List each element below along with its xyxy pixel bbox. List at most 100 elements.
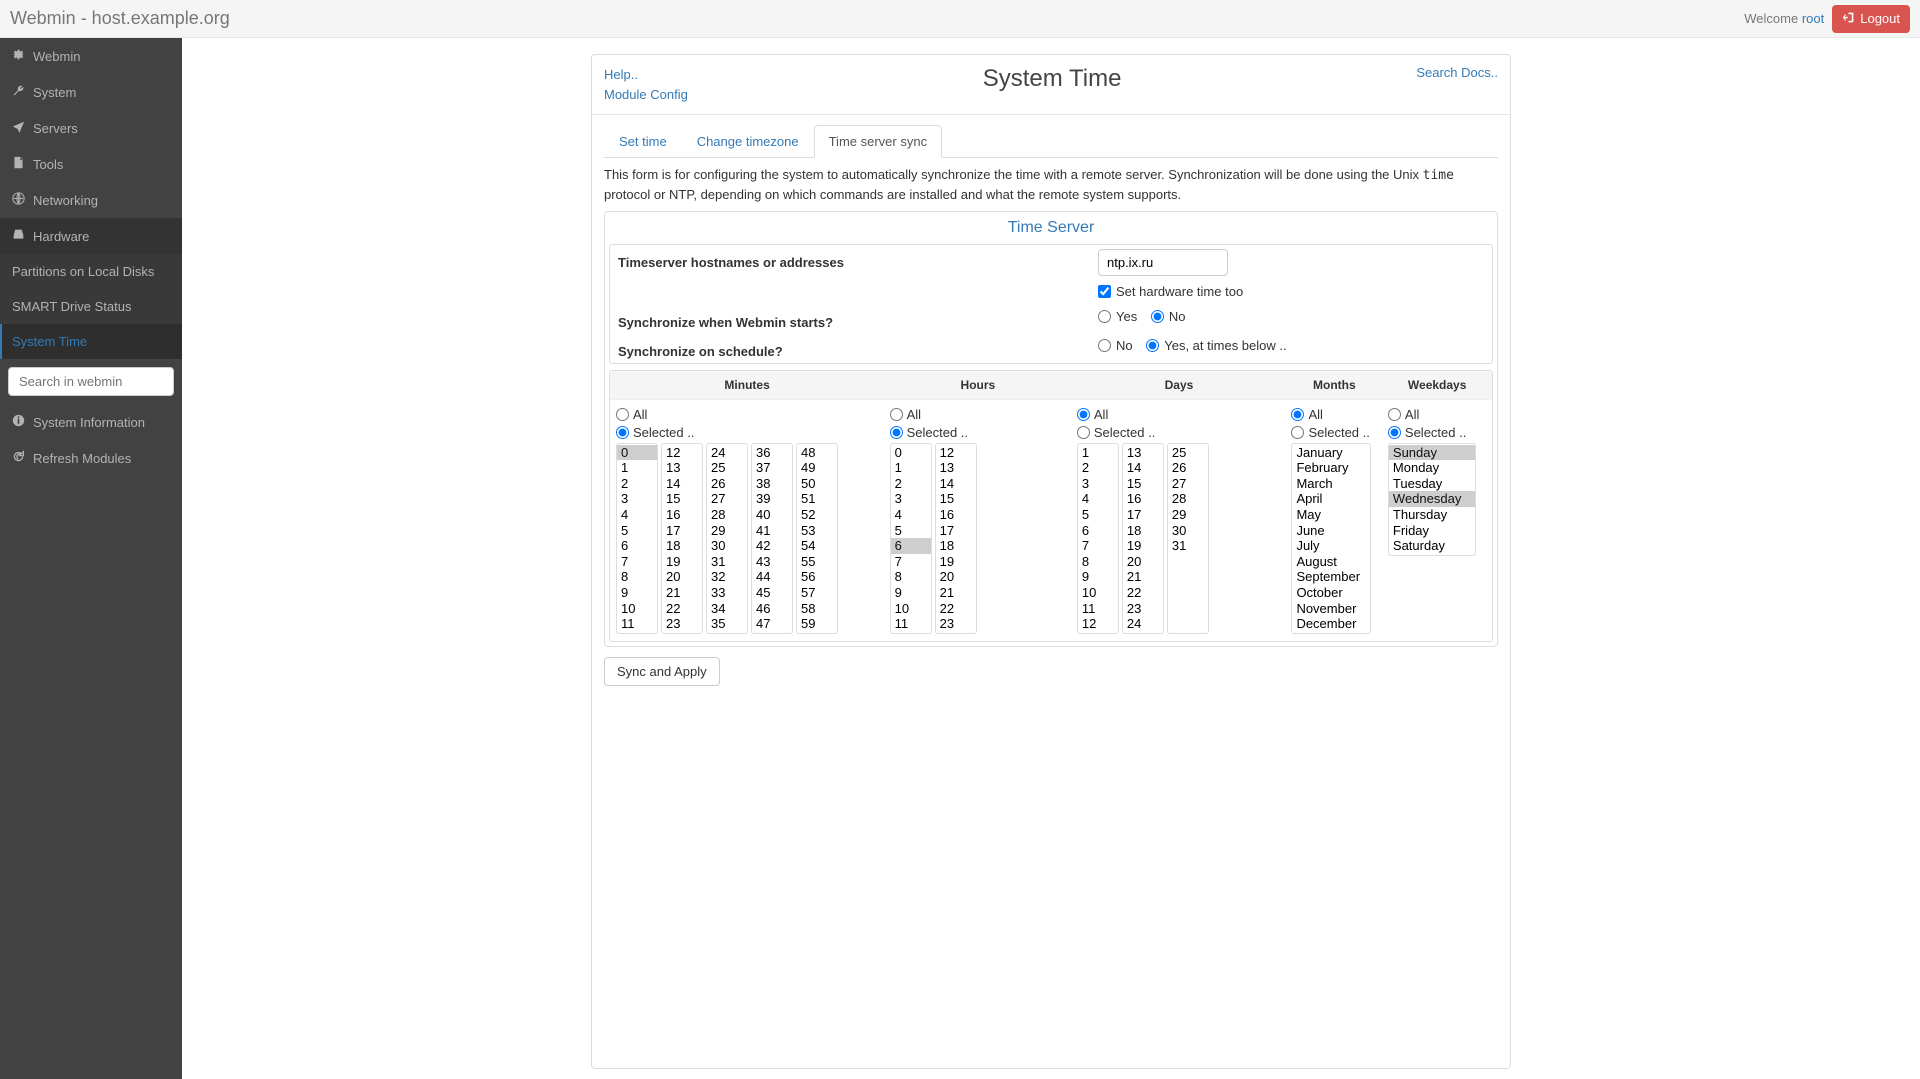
sidebar-item-label: System Information xyxy=(33,415,145,430)
days-all-radio[interactable]: All xyxy=(1077,407,1280,422)
wrench-icon xyxy=(12,84,25,100)
sidebar-item-label: Tools xyxy=(33,157,63,172)
multi-select[interactable]: 131415161718192021222324 xyxy=(1122,443,1164,634)
minutes-column: All Selected .. 01234567891011121314151617… xyxy=(610,400,884,641)
file-icon xyxy=(12,156,25,172)
page-title: System Time xyxy=(983,65,1122,93)
header-weekdays: Weekdays xyxy=(1382,371,1492,399)
submit-row: Sync and Apply xyxy=(592,647,1510,696)
multi-select[interactable]: 363738394041424344454647 xyxy=(751,443,793,634)
multi-select[interactable]: JanuaryFebruaryMarchAprilMayJuneJulyAugu… xyxy=(1291,443,1371,634)
header-minutes: Minutes xyxy=(610,371,884,399)
header-months: Months xyxy=(1286,371,1382,399)
panel: Help.. Module Config System Time Search … xyxy=(591,54,1511,1069)
header-hours: Hours xyxy=(884,371,1071,399)
desc-code: time xyxy=(1423,168,1454,183)
refresh-icon xyxy=(12,450,25,466)
tab[interactable]: Set time xyxy=(604,125,682,158)
logout-button[interactable]: Logout xyxy=(1832,5,1910,33)
tab[interactable]: Change timezone xyxy=(682,125,814,158)
sidebar-item-tools[interactable]: Tools xyxy=(0,146,182,182)
hostnames-input[interactable] xyxy=(1098,249,1228,276)
sidebar-item-label: Webmin xyxy=(33,49,80,64)
header-days: Days xyxy=(1072,371,1287,399)
brand: Webmin - host.example.org xyxy=(10,8,230,29)
minutes-all-radio[interactable]: All xyxy=(616,407,878,422)
multi-select[interactable]: SundayMondayTuesdayWednesdayThursdayFrid… xyxy=(1388,443,1476,556)
gear-icon xyxy=(12,48,25,64)
sidebar-item-hardware[interactable]: Hardware xyxy=(0,218,182,254)
multi-select[interactable]: 121314151617181920212223 xyxy=(935,443,977,634)
sidebar: Webmin System Servers Tools Networking Hardwa… xyxy=(0,38,182,1079)
months-selected-radio[interactable]: Selected .. xyxy=(1291,425,1375,440)
days-column: All Selected .. 12345678910111213141516171… xyxy=(1071,400,1286,641)
sidebar-subitem[interactable]: Partitions on Local Disks xyxy=(0,254,182,289)
multi-select[interactable]: 123456789101112 xyxy=(1077,443,1119,634)
sidebar-item-label: Networking xyxy=(33,193,98,208)
main: Help.. Module Config System Time Search … xyxy=(182,38,1920,1079)
globe-icon xyxy=(12,192,25,208)
hardware-time-label: Set hardware time too xyxy=(1116,284,1243,299)
sync-start-no[interactable]: No xyxy=(1151,309,1186,324)
months-column: All Selected .. JanuaryFebruaryMarchAprilM… xyxy=(1285,400,1381,641)
help-link[interactable]: Help.. xyxy=(604,65,688,85)
logout-icon xyxy=(1842,11,1855,27)
sync-start-yes[interactable]: Yes xyxy=(1098,309,1137,324)
tab[interactable]: Time server sync xyxy=(814,125,942,158)
multi-select[interactable]: 121314151617181920212223 xyxy=(661,443,703,634)
sidebar-item-webmin[interactable]: Webmin xyxy=(0,38,182,74)
sync-sched-yes[interactable]: Yes, at times below .. xyxy=(1146,338,1286,353)
sidebar-item-system[interactable]: System xyxy=(0,74,182,110)
send-icon xyxy=(12,120,25,136)
welcome-prefix: Welcome xyxy=(1744,11,1802,26)
section-title: Time Server xyxy=(605,212,1497,244)
sidebar-subitem[interactable]: SMART Drive Status xyxy=(0,289,182,324)
module-config-link[interactable]: Module Config xyxy=(604,85,688,105)
minutes-selected-radio[interactable]: Selected .. xyxy=(616,425,878,440)
multi-select[interactable]: 01234567891011 xyxy=(890,443,932,634)
search-input[interactable] xyxy=(8,367,174,396)
sync-sched-label: Synchronize on schedule? xyxy=(618,338,1098,359)
hours-selected-radio[interactable]: Selected .. xyxy=(890,425,1065,440)
sidebar-item-label: Refresh Modules xyxy=(33,451,131,466)
hostnames-label: Timeserver hostnames or addresses xyxy=(618,249,1098,276)
tabs: Set timeChange timezoneTime server sync … xyxy=(592,115,1510,647)
hours-all-radio[interactable]: All xyxy=(890,407,1065,422)
hours-column: All Selected .. 01234567891011121314151617… xyxy=(884,400,1071,641)
sync-apply-button[interactable]: Sync and Apply xyxy=(604,657,720,686)
info-icon xyxy=(12,414,25,430)
sidebar-item-label: System xyxy=(33,85,76,100)
search-docs-link[interactable]: Search Docs.. xyxy=(1416,65,1498,80)
multi-select[interactable]: 01234567891011 xyxy=(616,443,658,634)
sidebar-item-servers[interactable]: Servers xyxy=(0,110,182,146)
sidebar-subitem[interactable]: System Time xyxy=(0,324,182,359)
hdd-icon xyxy=(12,228,25,244)
welcome-text: Welcome root xyxy=(1744,11,1824,26)
sync-start-label: Synchronize when Webmin starts? xyxy=(618,309,1098,330)
schedule-box: Minutes Hours Days Months Weekdays All Se… xyxy=(609,370,1493,642)
time-server-section: Time Server Timeserver hostnames or addr… xyxy=(604,211,1498,647)
hardware-time-checkbox[interactable]: Set hardware time too xyxy=(1098,284,1243,299)
days-selected-radio[interactable]: Selected .. xyxy=(1077,425,1280,440)
sidebar-item-label: Hardware xyxy=(33,229,89,244)
multi-select[interactable]: 242526272829303132333435 xyxy=(706,443,748,634)
header-left-links: Help.. Module Config xyxy=(604,65,688,104)
multi-select[interactable]: 484950515253545556575859 xyxy=(796,443,838,634)
sidebar-item-label: Servers xyxy=(33,121,78,136)
months-all-radio[interactable]: All xyxy=(1291,407,1375,422)
welcome-user-link[interactable]: root xyxy=(1802,11,1824,26)
desc-after: protocol or NTP, depending on which comm… xyxy=(604,187,1181,202)
weekdays-selected-radio[interactable]: Selected .. xyxy=(1388,425,1486,440)
multi-select[interactable]: 25262728293031 xyxy=(1167,443,1209,634)
sidebar-search xyxy=(8,367,174,396)
top-bar: Webmin - host.example.org Welcome root L… xyxy=(0,0,1920,38)
settings-box: Timeserver hostnames or addresses Set ha… xyxy=(609,244,1493,364)
weekdays-all-radio[interactable]: All xyxy=(1388,407,1486,422)
weekdays-column: All Selected .. SundayMondayTuesdayWednesd… xyxy=(1382,400,1492,641)
panel-header: Help.. Module Config System Time Search … xyxy=(592,55,1510,115)
sync-sched-no[interactable]: No xyxy=(1098,338,1133,353)
logout-label: Logout xyxy=(1860,11,1900,26)
sidebar-footer-item[interactable]: Refresh Modules xyxy=(0,440,182,476)
sidebar-item-networking[interactable]: Networking xyxy=(0,182,182,218)
sidebar-footer-item[interactable]: System Information xyxy=(0,404,182,440)
